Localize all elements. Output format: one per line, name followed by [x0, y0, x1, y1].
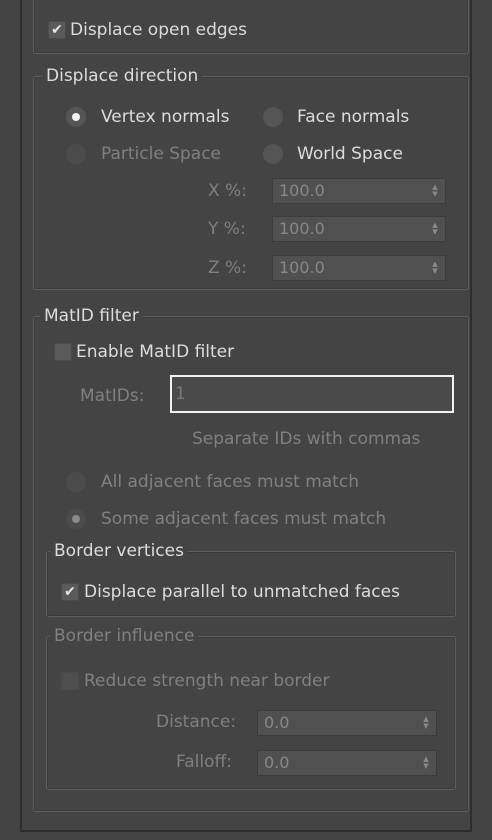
particle-space-label[interactable]: Particle Space — [101, 143, 221, 165]
some-adjacent-radio[interactable] — [66, 509, 86, 529]
distance-label: Distance: — [156, 712, 237, 732]
spin-down-icon: ▼ — [432, 228, 438, 236]
displace-open-edges-label[interactable]: Displace open edges — [70, 19, 247, 41]
z-percent-label: Z %: — [208, 258, 247, 278]
z-percent-spinner[interactable]: 100.0 ▲ ▼ — [272, 255, 446, 281]
vertex-normals-label[interactable]: Vertex normals — [101, 106, 229, 128]
vertex-normals-radio[interactable] — [66, 107, 86, 127]
z-percent-value: 100.0 — [279, 258, 325, 277]
displace-parallel-label[interactable]: Displace parallel to unmatched faces — [84, 581, 400, 603]
spin-down-icon: ▼ — [432, 190, 438, 198]
distance-spinner[interactable]: 0.0 ▲ ▼ — [257, 710, 437, 736]
enable-matid-filter-checkbox[interactable] — [54, 343, 72, 361]
radio-selected-dot — [72, 515, 80, 523]
border-vertices-title: Border vertices — [50, 541, 188, 561]
matid-hint-text: Separate IDs with commas — [192, 429, 421, 449]
radio-selected-dot — [72, 113, 80, 121]
spinner-arrows-icon[interactable]: ▲ ▼ — [431, 222, 439, 236]
y-percent-value: 100.0 — [279, 219, 325, 238]
matids-label: MatIDs: — [80, 386, 145, 406]
border-influence-title: Border influence — [50, 626, 199, 646]
spin-down-icon: ▼ — [432, 267, 438, 275]
some-adjacent-label[interactable]: Some adjacent faces must match — [101, 508, 386, 530]
enable-matid-filter-label[interactable]: Enable MatID filter — [76, 341, 234, 363]
panel-bottom-edge — [20, 830, 472, 832]
falloff-label: Falloff: — [176, 752, 232, 772]
spinner-arrows-icon[interactable]: ▲ ▼ — [422, 716, 430, 730]
spinner-arrows-icon[interactable]: ▲ ▼ — [431, 261, 439, 275]
spinner-arrows-icon[interactable]: ▲ ▼ — [431, 184, 439, 198]
face-normals-radio[interactable] — [263, 107, 283, 127]
y-percent-spinner[interactable]: 100.0 ▲ ▼ — [272, 216, 446, 242]
x-percent-value: 100.0 — [279, 181, 325, 200]
spinner-arrows-icon[interactable]: ▲ ▼ — [422, 756, 430, 770]
matid-filter-title: MatID filter — [40, 306, 143, 326]
all-adjacent-radio[interactable] — [66, 472, 86, 492]
panel-left-edge — [20, 0, 22, 832]
spin-down-icon: ▼ — [423, 722, 429, 730]
displace-direction-title: Displace direction — [42, 66, 203, 86]
distance-value: 0.0 — [264, 713, 290, 732]
matids-input[interactable]: 1 — [170, 375, 454, 413]
y-percent-label: Y %: — [208, 219, 246, 239]
particle-space-radio[interactable] — [66, 144, 86, 164]
panel-right-edge — [470, 0, 472, 832]
world-space-radio[interactable] — [263, 144, 283, 164]
world-space-label[interactable]: World Space — [297, 143, 403, 165]
displace-open-edges-checkbox[interactable]: ✔ — [48, 21, 66, 39]
face-normals-label[interactable]: Face normals — [297, 106, 409, 128]
falloff-value: 0.0 — [264, 753, 290, 772]
reduce-strength-label[interactable]: Reduce strength near border — [84, 670, 329, 692]
x-percent-label: X %: — [208, 181, 247, 201]
spin-down-icon: ▼ — [423, 762, 429, 770]
reduce-strength-checkbox[interactable] — [61, 672, 79, 690]
all-adjacent-label[interactable]: All adjacent faces must match — [101, 471, 359, 493]
displace-parallel-checkbox[interactable]: ✔ — [61, 583, 79, 601]
x-percent-spinner[interactable]: 100.0 ▲ ▼ — [272, 178, 446, 204]
falloff-spinner[interactable]: 0.0 ▲ ▼ — [257, 750, 437, 776]
